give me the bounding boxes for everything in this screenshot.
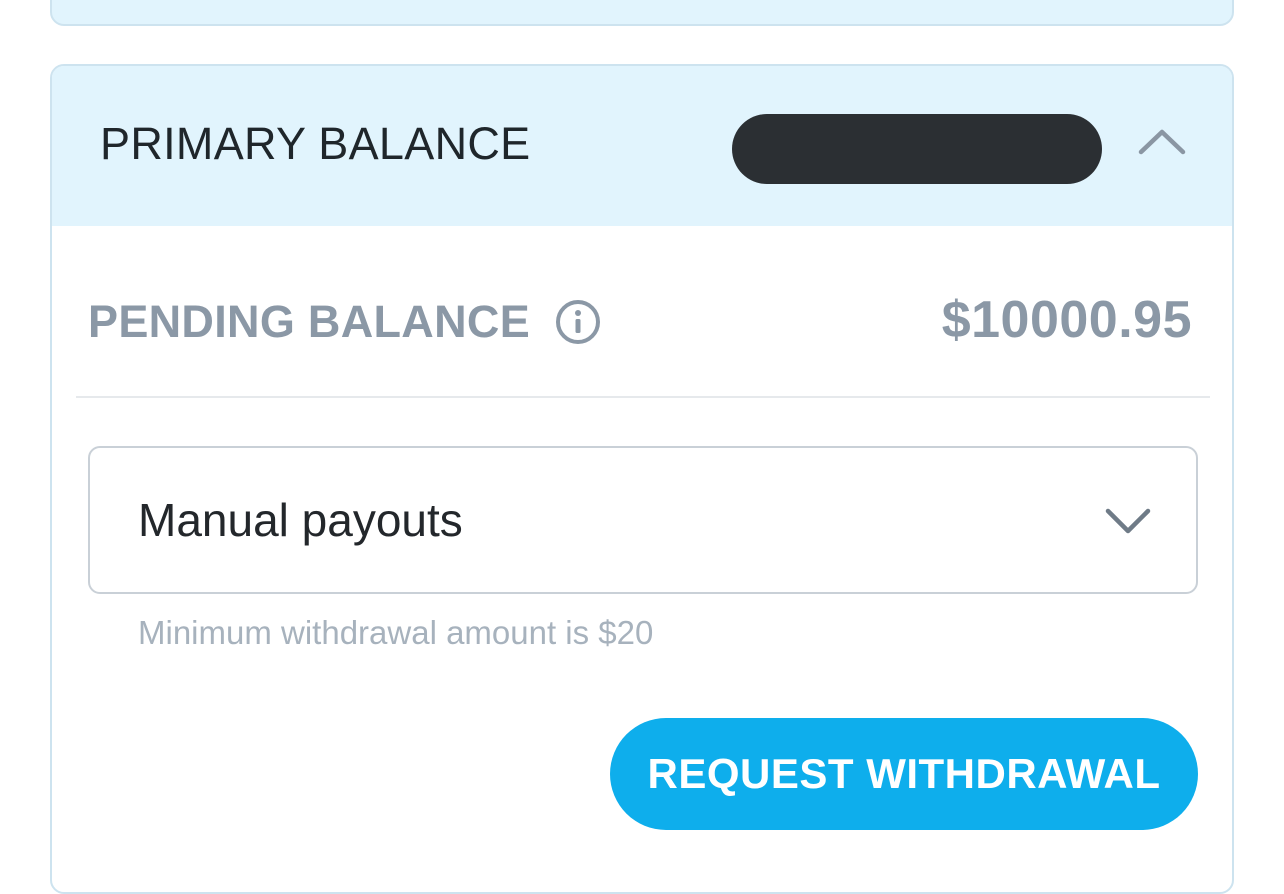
request-withdrawal-button[interactable]: REQUEST WITHDRAWAL	[610, 718, 1198, 830]
primary-balance-header[interactable]: PRIMARY BALANCE	[52, 66, 1232, 226]
chevron-down-icon	[1105, 508, 1151, 534]
pending-balance-label-group: PENDING BALANCE	[88, 296, 602, 348]
pending-balance-value: $10000.95	[941, 291, 1192, 349]
primary-balance-card: PRIMARY BALANCE PENDING BALANCE $10000.9…	[50, 64, 1234, 894]
collapse-button[interactable]	[1122, 114, 1202, 168]
primary-balance-title: PRIMARY BALANCE	[100, 118, 531, 169]
divider	[76, 396, 1210, 398]
chevron-up-icon	[1138, 129, 1186, 155]
redacted-balance-amount	[732, 114, 1102, 184]
minimum-withdrawal-helper: Minimum withdrawal amount is $20	[138, 614, 654, 651]
payout-method-value: Manual payouts	[138, 494, 463, 546]
info-icon[interactable]	[554, 298, 602, 346]
pending-balance-label: PENDING BALANCE	[88, 296, 531, 347]
previous-card-edge	[50, 0, 1234, 26]
payout-method-select[interactable]: Manual payouts	[88, 446, 1198, 594]
